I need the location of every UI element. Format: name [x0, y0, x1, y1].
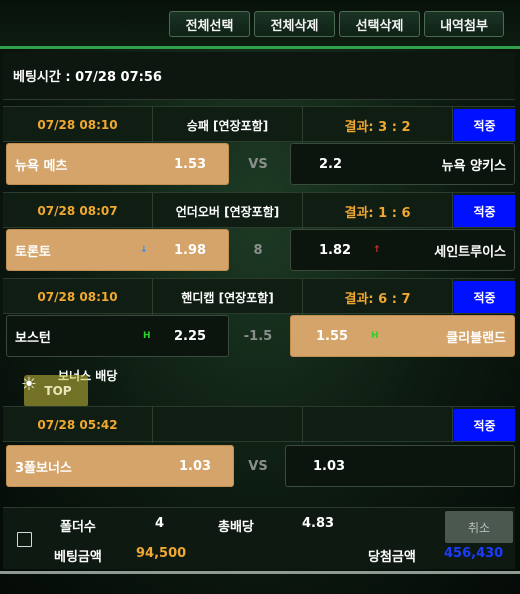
status-badge: 적중 — [454, 195, 515, 227]
select-all-button[interactable]: 전체선택 — [169, 11, 250, 37]
bet-summary: 폴더수 4 총배당 4.83 취소 베팅금액 94,500 당첨금액 456,4… — [3, 507, 515, 569]
status-badge: 적중 — [454, 281, 515, 313]
delete-all-button[interactable]: 전체삭제 — [254, 11, 335, 37]
divider-line — [0, 571, 520, 574]
bet-amount-label: 베팅금액 — [54, 550, 102, 565]
team-name: 뉴욕 메츠 — [15, 158, 68, 174]
team-name: 뉴욕 양키스 — [441, 158, 506, 174]
game-header: 07/28 05:42 적중 — [3, 406, 515, 443]
game-result: 결과: 6 : 7 — [303, 279, 453, 315]
game-header: 07/28 08:10 승패 [연장포함] 결과: 3 : 2 적중 — [3, 106, 515, 143]
game-date: 07/28 08:10 — [3, 279, 153, 315]
delete-selected-button[interactable]: 선택삭제 — [339, 11, 420, 37]
team-odd: 1.82 — [319, 242, 352, 258]
sun-icon: ☀ — [20, 374, 38, 395]
home-team-option[interactable]: 3폴보너스 1.03 — [6, 445, 234, 487]
line-value: 8 — [253, 242, 263, 258]
odds-row: 뉴욕 메츠 1.53 VS 2.2 뉴욕 양키스 — [3, 140, 515, 186]
versus-label: VS — [248, 458, 268, 474]
team-odd: 2.25 — [174, 328, 207, 344]
odds-row: 3폴보너스 1.03 VS 1.03 — [3, 442, 515, 488]
arrow-up-icon: ↑ — [373, 245, 381, 255]
team-odd: 1.55 — [316, 328, 349, 344]
folders-value: 4 — [155, 516, 165, 531]
select-checkbox[interactable] — [17, 532, 32, 547]
team-odd: 1.03 — [313, 458, 346, 474]
attach-history-button[interactable]: 내역첨부 — [424, 11, 504, 37]
bet-type — [153, 407, 303, 443]
home-team-option[interactable]: 뉴욕 메츠 1.53 — [6, 143, 229, 185]
team-odd: 1.03 — [179, 458, 212, 474]
team-name: 3폴보너스 — [15, 460, 72, 476]
team-name: 세인트루이스 — [434, 244, 506, 260]
betting-slip-page: 전체선택 전체삭제 선택삭제 내역첨부 베팅시간 : 07/28 07:56 0… — [0, 0, 520, 594]
game-header: 07/28 08:07 언더오버 [연장포함] 결과: 1 : 6 적중 — [3, 192, 515, 229]
home-team-option[interactable]: 보스턴 H 2.25 — [6, 315, 229, 357]
team-name: 클리블랜드 — [446, 330, 506, 346]
team-name: 토론토 — [15, 244, 51, 260]
cancel-button[interactable]: 취소 — [445, 511, 513, 543]
versus-label: VS — [248, 156, 268, 172]
divider-line — [0, 46, 520, 49]
handicap-icon: H — [371, 331, 379, 341]
game-header: 07/28 08:10 핸디캡 [연장포함] 결과: 6 : 7 적중 — [3, 278, 515, 315]
game-date: 07/28 05:42 — [3, 407, 153, 443]
folders-label: 폴더수 — [60, 520, 96, 535]
total-odds-value: 4.83 — [302, 516, 335, 531]
bet-type: 핸디캡 [연장포함] — [153, 279, 303, 315]
status-badge: 적중 — [454, 409, 515, 441]
game-result — [303, 407, 453, 443]
handicap-icon: H — [143, 331, 151, 341]
bet-amount-value: 94,500 — [136, 546, 187, 561]
toolbar: 전체선택 전체삭제 선택삭제 내역첨부 — [0, 0, 520, 46]
game-date: 07/28 08:07 — [3, 193, 153, 229]
home-team-option[interactable]: 토론토 ↓ 1.98 — [6, 229, 229, 271]
away-team-option[interactable]: 1.82 ↑ 세인트루이스 — [290, 229, 515, 271]
game-result: 결과: 3 : 2 — [303, 107, 453, 143]
team-name: 보스턴 — [15, 330, 51, 346]
odds-row: 보스턴 H 2.25 -1.5 1.55 H 클리블랜드 — [3, 312, 515, 358]
win-amount-label: 당첨금액 — [368, 550, 416, 565]
game-result: 결과: 1 : 6 — [303, 193, 453, 229]
game-date: 07/28 08:10 — [3, 107, 153, 143]
bet-type: 언더오버 [연장포함] — [153, 193, 303, 229]
handicap-value: -1.5 — [243, 328, 273, 344]
away-team-option[interactable]: 1.55 H 클리블랜드 — [290, 315, 515, 357]
bet-time: 베팅시간 : 07/28 07:56 — [3, 52, 515, 100]
arrow-down-icon: ↓ — [140, 245, 148, 255]
team-odd: 2.2 — [319, 156, 343, 172]
team-odd: 1.53 — [174, 156, 207, 172]
odds-row: 토론토 ↓ 1.98 8 1.82 ↑ 세인트루이스 — [3, 226, 515, 272]
away-team-option[interactable]: 1.03 — [285, 445, 515, 487]
away-team-option[interactable]: 2.2 뉴욕 양키스 — [290, 143, 515, 185]
status-badge: 적중 — [454, 109, 515, 141]
bet-type: 승패 [연장포함] — [153, 107, 303, 143]
win-amount-value: 456,430 — [444, 546, 504, 561]
team-odd: 1.98 — [174, 242, 207, 258]
total-odds-label: 총배당 — [218, 520, 254, 535]
